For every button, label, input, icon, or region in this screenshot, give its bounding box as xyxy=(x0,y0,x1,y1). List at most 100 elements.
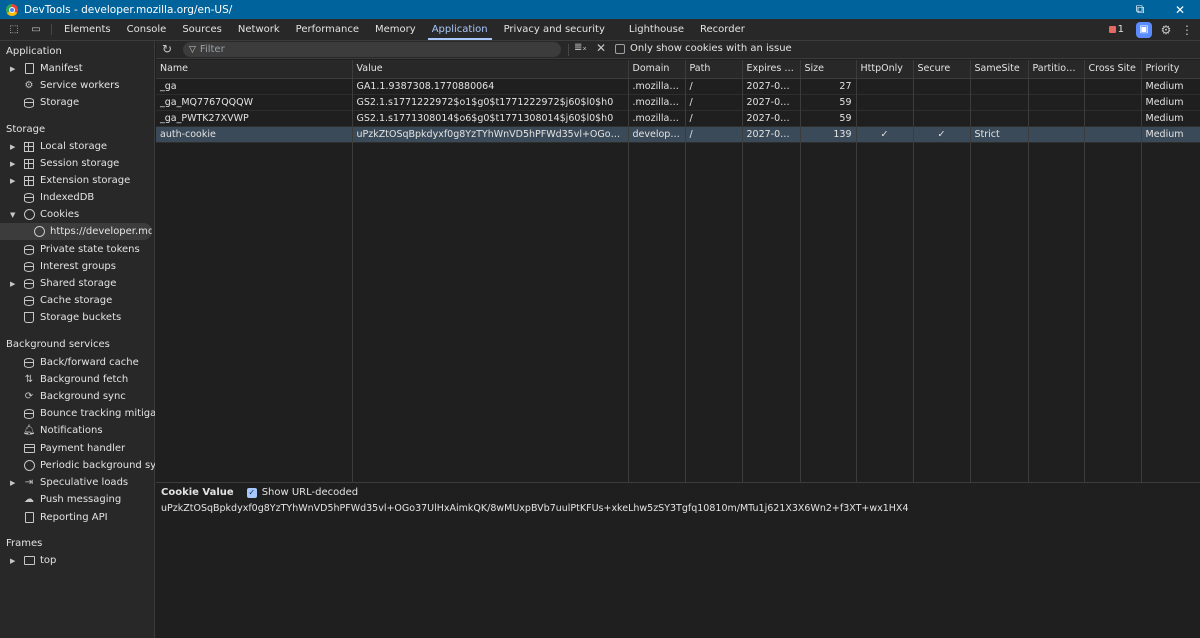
cell-cross-site xyxy=(1084,94,1142,111)
tab-network[interactable]: Network xyxy=(230,19,288,40)
column-header-priority[interactable]: Priority xyxy=(1141,60,1200,79)
sidebar-item-indexeddb[interactable]: IndexedDB xyxy=(0,189,155,206)
expand-arrow-icon[interactable]: ▶ xyxy=(10,479,18,487)
sidebar-item-label: Background sync xyxy=(40,391,126,402)
column-header-partition-key[interactable]: Partition K... xyxy=(1028,60,1085,79)
restore-icon[interactable]: ⧉ xyxy=(1120,0,1160,19)
sidebar-item-cookies[interactable]: ▼ Cookies xyxy=(0,206,155,223)
sidebar-item-payment-handler[interactable]: Payment handler xyxy=(0,440,155,457)
expand-arrow-icon[interactable]: ▶ xyxy=(10,557,18,565)
expand-arrow-icon[interactable]: ▶ xyxy=(10,143,18,151)
sidebar-item-label: Periodic background sync xyxy=(40,460,155,471)
sidebar-item-session-storage[interactable]: ▶ Session storage xyxy=(0,155,155,172)
column-header-httponly[interactable]: HttpOnly xyxy=(856,60,914,79)
sidebar-item-reporting-api[interactable]: Reporting API xyxy=(0,509,155,526)
refresh-icon[interactable]: ↻ xyxy=(162,42,172,56)
cell-priority: Medium xyxy=(1141,94,1200,111)
sidebar-item-background-fetch[interactable]: ⇅ Background fetch xyxy=(0,371,155,388)
sidebar-item-label: Notifications xyxy=(40,425,103,436)
tab-sources[interactable]: Sources xyxy=(174,19,230,40)
cell-httponly xyxy=(856,78,914,95)
expand-arrow-icon[interactable]: ▶ xyxy=(10,280,18,288)
tab-privacy-and-security[interactable]: Privacy and security xyxy=(496,19,613,40)
column-header-path[interactable]: Path xyxy=(685,60,743,79)
sidebar-item-cache-storage[interactable]: Cache storage xyxy=(0,292,155,309)
close-icon[interactable]: ✕ xyxy=(1160,0,1200,19)
title-bar: DevTools - developer.mozilla.org/en-US/ … xyxy=(0,0,1200,19)
sidebar-item-bounce-tracking[interactable]: Bounce tracking mitigati... xyxy=(0,405,155,422)
cell-partition-key xyxy=(1028,78,1085,95)
section-header-application: Application xyxy=(6,46,62,57)
sidebar-item-periodic-background-sync[interactable]: Periodic background sync xyxy=(0,457,155,474)
column-header-size[interactable]: Size xyxy=(800,60,857,79)
tab-application[interactable]: Application xyxy=(424,19,496,40)
show-url-decoded-toggle[interactable]: ✓ Show URL-decoded xyxy=(246,487,358,498)
cell-samesite: Strict xyxy=(970,126,1029,143)
sidebar-item-local-storage[interactable]: ▶ Local storage xyxy=(0,138,155,155)
sidebar-item-speculative-loads[interactable]: ▶ ⇥ Speculative loads xyxy=(0,474,155,491)
sidebar-item-label: Storage buckets xyxy=(40,312,122,323)
cell-samesite xyxy=(970,110,1029,127)
delete-selected-icon[interactable]: ✕ xyxy=(596,41,606,55)
table-row-selected[interactable]: auth-cookie uPzkZtOSqBpkdyxf0g8YzTYhWnVD… xyxy=(156,126,1200,143)
cookie-icon xyxy=(33,226,45,238)
expand-arrow-icon[interactable]: ▶ xyxy=(10,177,18,185)
sidebar-item-frame-top[interactable]: ▶ top xyxy=(0,552,155,569)
section-header-frames: Frames xyxy=(6,538,43,549)
tab-console[interactable]: Console xyxy=(119,19,175,40)
sidebar-item-push-messaging[interactable]: ☁︎ Push messaging xyxy=(0,491,155,508)
cell-priority: Medium xyxy=(1141,78,1200,95)
sidebar-item-manifest[interactable]: ▶ Manifest xyxy=(0,60,155,77)
sidebar-item-cookie-origin[interactable]: https://developer.moz... xyxy=(0,223,152,240)
filter-input[interactable] xyxy=(199,44,540,55)
column-header-cross-site[interactable]: Cross Site xyxy=(1084,60,1142,79)
table-row[interactable]: _ga_MQ7767QQQW GS2.1.s1771222972$o1$g0$t… xyxy=(156,94,1200,111)
sidebar-item-label: Payment handler xyxy=(40,443,126,454)
cell-domain: developer... xyxy=(628,126,686,143)
sidebar-item-interest-groups[interactable]: Interest groups xyxy=(0,258,155,275)
table-row[interactable]: _ga_PWTK27XVWP GS2.1.s1771308014$o6$g0$t… xyxy=(156,110,1200,127)
only-show-issue-toggle[interactable]: Only show cookies with an issue xyxy=(615,43,792,54)
tab-performance[interactable]: Performance xyxy=(288,19,367,40)
column-header-domain[interactable]: Domain xyxy=(628,60,686,79)
settings-gear-icon[interactable]: ⚙ xyxy=(1158,22,1174,38)
column-header-expires[interactable]: Expires / ... xyxy=(742,60,801,79)
column-header-samesite[interactable]: SameSite xyxy=(970,60,1029,79)
error-count-badge[interactable]: 1 xyxy=(1108,24,1124,35)
sidebar-item-storage-buckets[interactable]: Storage buckets xyxy=(0,309,155,326)
sidebar-item-service-workers[interactable]: ⚙ Service workers xyxy=(0,77,155,94)
sidebar-item-background-sync[interactable]: ⟳ Background sync xyxy=(0,388,155,405)
url-decoded-checkbox[interactable]: ✓ xyxy=(246,487,257,498)
column-header-name[interactable]: Name xyxy=(156,60,353,79)
table-row[interactable]: _ga GA1.1.9387308.1770880064 .mozilla.or… xyxy=(156,78,1200,95)
sidebar-item-private-state-tokens[interactable]: Private state tokens xyxy=(0,241,155,258)
tab-recorder[interactable]: Recorder xyxy=(692,19,753,40)
clear-all-cookies-icon[interactable]: ≣ₓ xyxy=(574,42,587,53)
sidebar-item-label: top xyxy=(40,555,57,566)
table-header-row: Name Value Domain Path Expires / ... Siz… xyxy=(156,60,1200,79)
credit-card-icon xyxy=(23,443,35,455)
cell-size: 139 xyxy=(800,126,857,143)
tab-memory[interactable]: Memory xyxy=(367,19,424,40)
collapse-arrow-icon[interactable]: ▼ xyxy=(10,211,18,219)
database-icon xyxy=(23,278,35,290)
extension-icon[interactable]: ▣ xyxy=(1136,21,1152,38)
tab-lighthouse[interactable]: Lighthouse xyxy=(621,19,692,40)
device-toolbar-icon[interactable]: ▭ xyxy=(25,19,47,40)
expand-arrow-icon[interactable]: ▶ xyxy=(10,160,18,168)
sidebar-item-shared-storage[interactable]: ▶ Shared storage xyxy=(0,275,155,292)
sidebar-item-back-forward-cache[interactable]: Back/forward cache xyxy=(0,354,155,371)
cookie-value-text[interactable]: uPzkZtOSqBpkdyxf0g8YzTYhWnVD5hPFWd35vl+O… xyxy=(161,503,909,514)
error-count: 1 xyxy=(1117,24,1124,35)
column-header-secure[interactable]: Secure xyxy=(913,60,971,79)
only-issue-checkbox[interactable] xyxy=(615,43,625,54)
filter-box[interactable]: ▽ xyxy=(183,42,561,57)
tab-elements[interactable]: Elements xyxy=(56,19,119,40)
sidebar-item-storage[interactable]: Storage xyxy=(0,94,155,111)
column-header-value[interactable]: Value xyxy=(352,60,629,79)
inspect-element-icon[interactable]: ⬚ xyxy=(3,19,25,40)
more-options-icon[interactable]: ⋮ xyxy=(1180,23,1194,37)
expand-arrow-icon[interactable]: ▶ xyxy=(10,65,18,73)
sidebar-item-notifications[interactable]: 🔔︎ Notifications xyxy=(0,422,155,439)
sidebar-item-extension-storage[interactable]: ▶ Extension storage xyxy=(0,172,155,189)
